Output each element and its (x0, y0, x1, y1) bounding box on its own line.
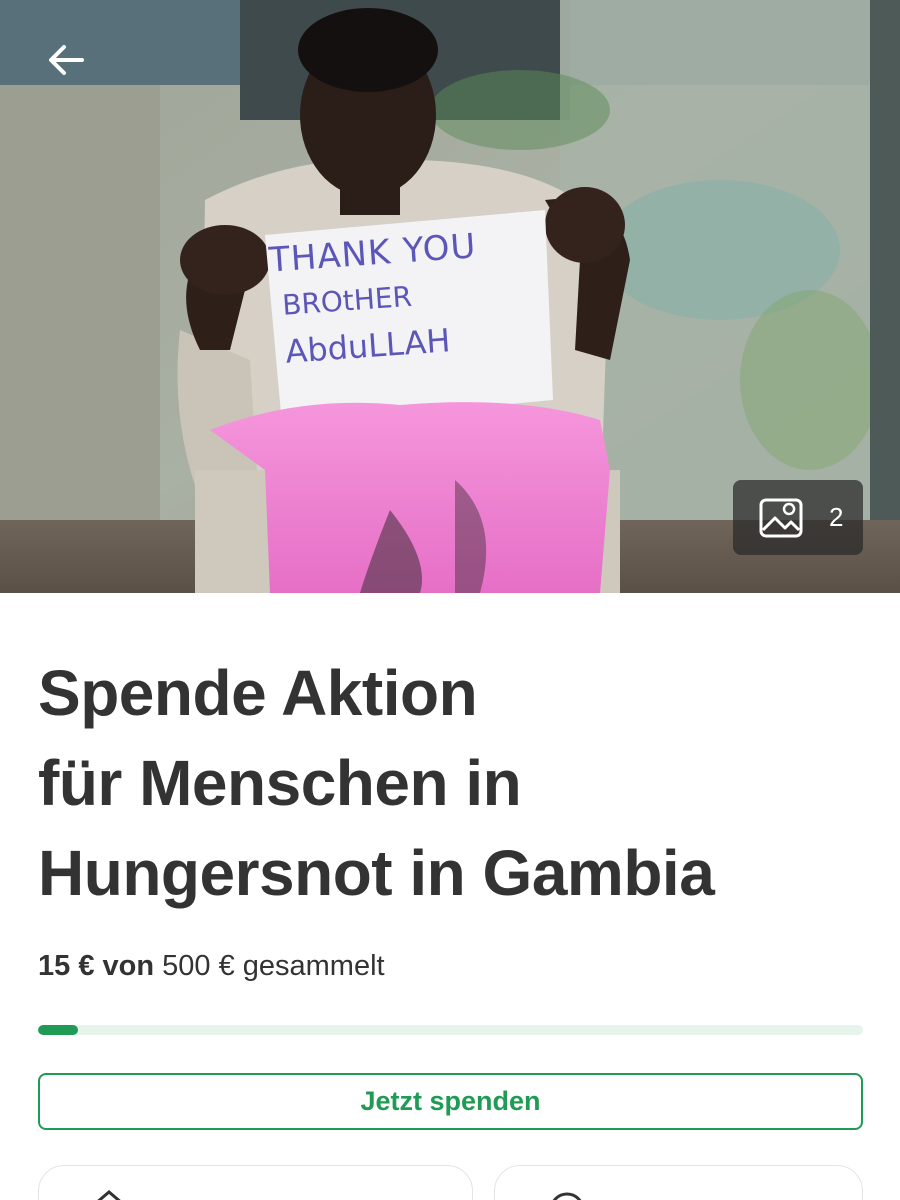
gallery-count: 2 (829, 502, 844, 532)
progress-fill (38, 1025, 78, 1035)
share-icon (97, 1190, 121, 1200)
arrow-left-icon (49, 45, 84, 75)
donate-button[interactable]: Jetzt spenden (38, 1073, 863, 1130)
campaign-title: Spende Aktion für Menschen in Hungersnot… (38, 648, 878, 918)
title-line: für Menschen in (38, 747, 522, 819)
goal-text: 500 € gesammelt (162, 950, 385, 982)
gallery-button[interactable]: 2 (733, 480, 863, 555)
title-line: Spende Aktion (38, 657, 478, 729)
raised-amount: 15 € von (38, 950, 155, 982)
hero-image: THANK YOU BROtHER AbduLLAH 2 (0, 0, 900, 593)
image-icon (759, 498, 803, 537)
progress-bar (38, 1025, 863, 1035)
chat-card[interactable] (494, 1165, 863, 1200)
sign-text: THANK YOU BROtHER AbduLLAH (268, 219, 552, 376)
title-line: Hungersnot in Gambia (38, 837, 715, 909)
chat-icon (552, 1192, 582, 1200)
raised-summary: 15 € von 500 € gesammelt (38, 950, 385, 983)
back-button[interactable] (36, 30, 96, 90)
share-card[interactable] (38, 1165, 473, 1200)
